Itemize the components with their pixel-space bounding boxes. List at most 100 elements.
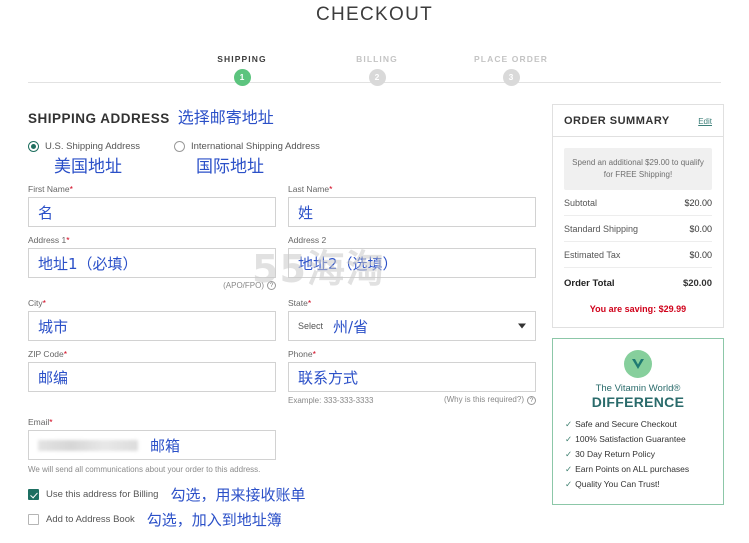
first-name-label-text: First Name bbox=[28, 184, 70, 194]
checkbox-checked-icon bbox=[28, 489, 39, 500]
benefit-text: Quality You Can Trust! bbox=[575, 479, 660, 489]
order-summary-card: ORDER SUMMARY Edit Spend an additional $… bbox=[552, 104, 724, 328]
apo-fpo-hint: (APO/FPO) ? bbox=[28, 281, 276, 290]
required-marker: * bbox=[66, 235, 70, 245]
phone-label-text: Phone bbox=[288, 349, 313, 359]
progress-step-shipping[interactable]: SHIPPING 1 bbox=[182, 54, 302, 86]
order-summary-title: ORDER SUMMARY bbox=[564, 115, 670, 127]
city-input[interactable]: 城市 bbox=[28, 311, 276, 341]
check-icon: ✓ bbox=[565, 434, 573, 444]
vitamin-world-brand-line: The Vitamin World® bbox=[595, 383, 681, 394]
phone-input[interactable]: 联系方式 bbox=[288, 362, 536, 392]
email-label: Email* bbox=[28, 417, 276, 427]
summary-row-subtotal: Subtotal $20.00 bbox=[564, 190, 712, 216]
state-select-value: 州/省 bbox=[333, 317, 369, 336]
progress-step-billing[interactable]: BILLING 2 bbox=[317, 54, 437, 86]
summary-row-order-total-value: $20.00 bbox=[682, 278, 712, 289]
progress-step-place-order-label: PLACE ORDER bbox=[474, 54, 548, 64]
list-item: ✓ 100% Satisfaction Guarantee bbox=[563, 432, 713, 447]
radio-on-icon bbox=[28, 141, 39, 152]
benefit-text: 100% Satisfaction Guarantee bbox=[575, 434, 686, 444]
list-item: ✓ Safe and Secure Checkout bbox=[563, 417, 713, 432]
shipping-address-heading-cn: 选择邮寄地址 bbox=[177, 108, 274, 127]
benefit-text: 30 Day Return Policy bbox=[575, 449, 655, 459]
progress-step-billing-label: BILLING bbox=[356, 54, 398, 64]
address2-input[interactable]: 地址2（选填） bbox=[288, 248, 536, 278]
progress-step-billing-number: 2 bbox=[368, 69, 386, 86]
zip-phone-row: ZIP Code* 邮编 Phone* 联系方式 Example: 333-33… bbox=[28, 341, 536, 405]
address1-input[interactable]: 地址1（必填） bbox=[28, 248, 276, 278]
phone-why-required[interactable]: (Why is this required?)? bbox=[444, 395, 536, 405]
benefit-text: Safe and Secure Checkout bbox=[575, 419, 677, 429]
address2-label: Address 2 bbox=[288, 235, 327, 245]
checkbox-add-to-address-book-label: Add to Address Book bbox=[46, 514, 135, 525]
check-icon: ✓ bbox=[565, 449, 573, 459]
radio-international-shipping-address[interactable]: International Shipping Address bbox=[174, 141, 320, 152]
order-summary-edit-link[interactable]: Edit bbox=[698, 117, 712, 126]
order-summary-header: ORDER SUMMARY Edit bbox=[553, 105, 723, 137]
check-icon: ✓ bbox=[565, 464, 573, 474]
shipping-address-heading: SHIPPING ADDRESS 选择邮寄地址 bbox=[28, 104, 536, 128]
annotation-use-address-for-billing: 勾选，用来接收账单 bbox=[170, 486, 306, 504]
address1-label-text: Address 1 bbox=[28, 235, 67, 245]
list-item: ✓ Earn Points on ALL purchases bbox=[563, 462, 713, 477]
last-name-label: Last Name* bbox=[288, 184, 536, 194]
email-label-text: Email bbox=[28, 417, 50, 427]
checkbox-add-to-address-book[interactable]: Add to Address Book 勾选，加入到地址簿 bbox=[28, 509, 536, 530]
required-marker: * bbox=[63, 349, 68, 359]
checkout-progress: SHIPPING 1 BILLING 2 PLACE ORDER 3 bbox=[0, 54, 749, 88]
last-name-input[interactable]: 姓 bbox=[288, 197, 536, 227]
progress-step-shipping-label: SHIPPING bbox=[217, 54, 267, 64]
email-note: We will send all communications about yo… bbox=[28, 465, 261, 474]
checkbox-unchecked-icon bbox=[28, 514, 39, 525]
help-icon[interactable]: ? bbox=[527, 396, 536, 405]
required-marker: * bbox=[312, 349, 316, 359]
email-input[interactable]: 邮箱 bbox=[28, 430, 276, 460]
first-name-input[interactable]: 名 bbox=[28, 197, 276, 227]
summary-row-order-total-label: Order Total bbox=[564, 278, 615, 289]
progress-step-place-order-number: 3 bbox=[502, 69, 520, 86]
last-name-label-text: Last Name bbox=[288, 184, 330, 194]
check-icon: ✓ bbox=[565, 419, 573, 429]
radio-us-shipping-address[interactable]: U.S. Shipping Address bbox=[28, 141, 174, 152]
progress-step-shipping-number: 1 bbox=[233, 69, 251, 86]
required-marker: * bbox=[307, 298, 312, 308]
zip-label: ZIP Code* bbox=[28, 349, 276, 359]
name-row: First Name* 名 Last Name* 姓 bbox=[28, 176, 536, 227]
annotation-add-to-address-book: 勾选，加入到地址簿 bbox=[146, 511, 282, 529]
phone-example: Example: 333-333-3333 bbox=[288, 395, 374, 405]
state-label: State* bbox=[288, 298, 536, 308]
vitamin-world-benefit-list: ✓ Safe and Secure Checkout ✓ 100% Satisfac… bbox=[563, 417, 713, 492]
city-state-row: City * 城市 State* Select 州/省 bbox=[28, 290, 536, 341]
city-label-text: City bbox=[28, 298, 43, 308]
page-title: CHECKOUT bbox=[315, 4, 433, 25]
zip-input[interactable]: 邮编 bbox=[28, 362, 276, 392]
help-icon[interactable]: ? bbox=[267, 281, 276, 290]
state-label-text: State bbox=[288, 298, 308, 308]
order-summary-body: Spend an additional $29.00 to qualify fo… bbox=[553, 137, 723, 327]
required-marker: * bbox=[329, 184, 333, 194]
radio-international-shipping-address-label: International Shipping Address bbox=[191, 141, 320, 152]
zip-label-text: ZIP Code bbox=[28, 349, 64, 359]
email-field: Email* 邮箱 We will send all communication… bbox=[28, 417, 276, 474]
benefit-text: Earn Points on ALL purchases bbox=[575, 464, 690, 474]
state-select[interactable]: Select 州/省 bbox=[288, 311, 536, 341]
phone-hint-row: Example: 333-333-3333 (Why is this requi… bbox=[288, 395, 536, 405]
progress-step-place-order[interactable]: PLACE ORDER 3 bbox=[451, 54, 571, 86]
checkbox-use-address-for-billing[interactable]: Use this address for Billing 勾选，用来接收账单 bbox=[28, 484, 536, 505]
address2-field: Address 2 地址2（选填） bbox=[288, 235, 536, 290]
phone-label: Phone* bbox=[288, 349, 536, 359]
annotation-intl-address: 国际地址 bbox=[196, 157, 264, 177]
phone-field: Phone* 联系方式 Example: 333-333-3333 (Why i… bbox=[288, 349, 536, 405]
required-marker: * bbox=[69, 184, 73, 194]
summary-row-shipping-value: $0.00 bbox=[689, 224, 712, 234]
shipping-address-heading-en: SHIPPING ADDRESS bbox=[28, 111, 170, 126]
address-type-annotations: 美国地址 国际地址 bbox=[28, 152, 536, 177]
required-marker: * bbox=[49, 417, 53, 427]
radio-us-shipping-address-label: U.S. Shipping Address bbox=[45, 141, 141, 152]
summary-row-tax-value: $0.00 bbox=[689, 250, 712, 260]
vitamin-world-logo-icon bbox=[624, 350, 652, 378]
radio-off-icon bbox=[174, 141, 185, 152]
checkout-page: CHECKOUT SHIPPING 1 BILLING 2 PLACE ORDE… bbox=[0, 0, 749, 543]
annotation-us-address: 美国地址 bbox=[54, 157, 122, 177]
